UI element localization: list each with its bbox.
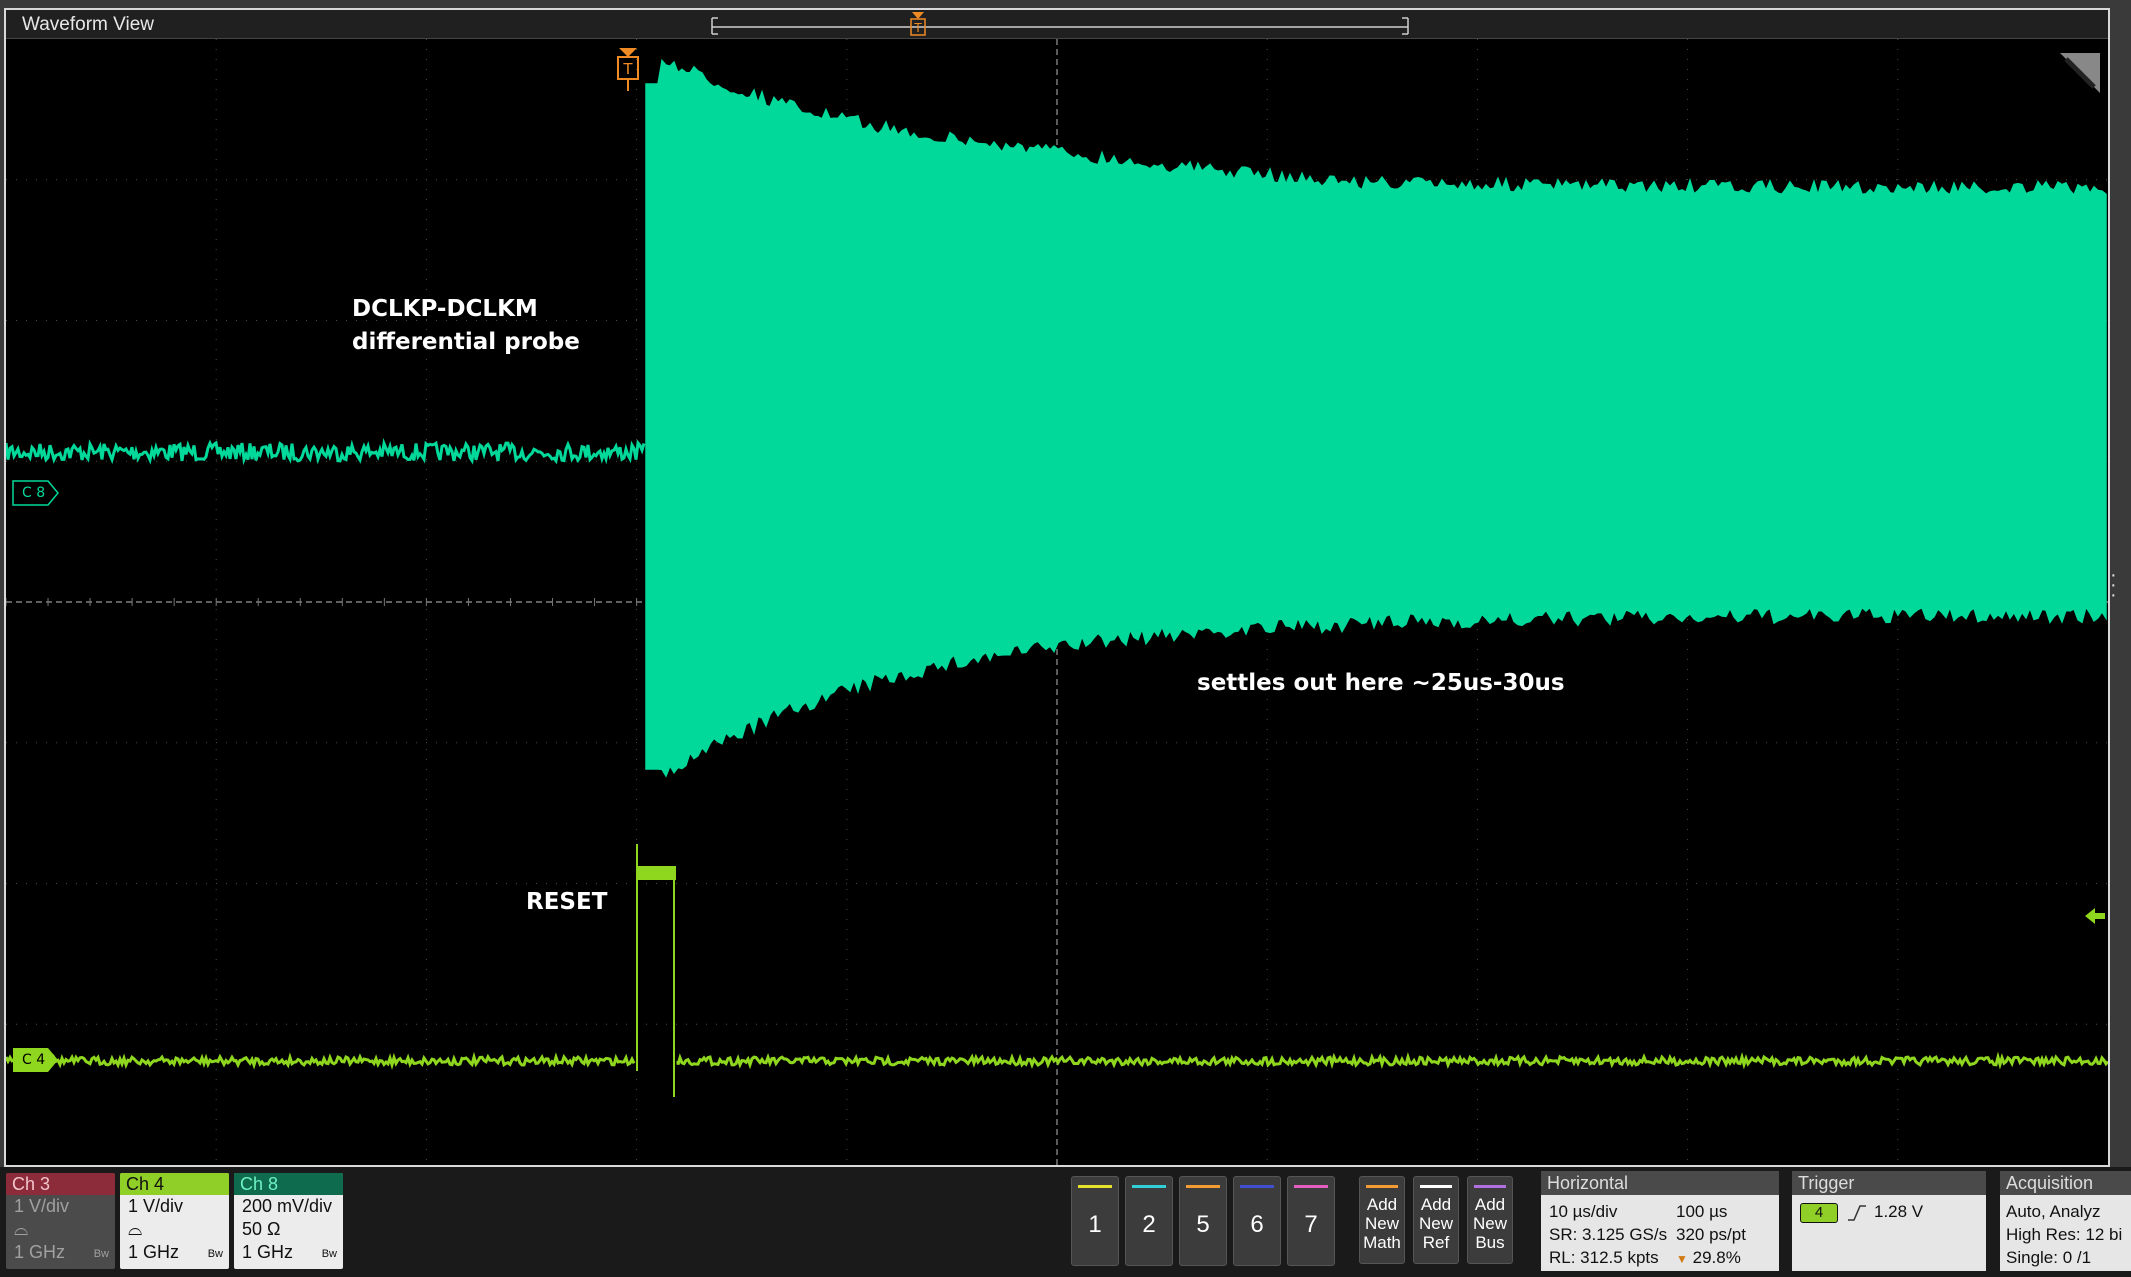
channel-badge-ch3[interactable]: Ch 3 1 V/div ⌓ 1 GHz Bw [6,1173,115,1269]
ch8-bandwidth: 1 GHz [242,1242,294,1262]
add-bus-line2: New [1472,1214,1507,1233]
rising-edge-icon [1848,1205,1866,1221]
trigger-level: 1.28 V [1874,1202,1924,1221]
ch4-offset-marker[interactable]: C 4 [12,1047,58,1073]
horizontal-position-bar[interactable]: T [6,10,2108,38]
add-new-math-button[interactable]: Add New Math [1359,1176,1405,1264]
probe-annotation: DCLKP-DCLKM differential probe [352,293,580,359]
sample-rate: SR: 3.125 GS/s [1549,1225,1668,1244]
ch4-probe-icon: ⌓ [128,1219,143,1239]
reset-annotation: RESET [526,889,608,915]
ch3-bandwidth: 1 GHz [14,1242,66,1262]
ref-color-line [1420,1185,1452,1188]
channel-button-7[interactable]: 7 [1287,1176,1335,1266]
ch4-scale: 1 V/div [128,1196,184,1216]
add-math-line3: Math [1363,1233,1401,1252]
ch8-header: Ch 8 [234,1173,343,1195]
channel-6-color-line [1240,1185,1274,1188]
trigger-position-percent: 29.8% [1692,1248,1741,1267]
ch8-waveform [6,58,2107,778]
channel-badge-ch8[interactable]: Ch 8 200 mV/div 50 Ω 1 GHz Bw [234,1173,343,1269]
channel-1-color-line [1078,1185,1112,1188]
trigger-position-icon[interactable]: T [910,12,926,36]
time-resolution: 320 ps/pt [1676,1225,1746,1244]
trigger-top-label: T [913,21,922,35]
more-options-icon[interactable]: · · · [2110,565,2118,605]
ch3-header: Ch 3 [6,1173,115,1195]
trigger-title: Trigger [1792,1171,1986,1195]
ch8-marker-label: C 8 [22,485,46,501]
trigger-panel[interactable]: Trigger 4 1.28 V [1792,1171,1986,1271]
add-new-bus-button[interactable]: Add New Bus [1467,1176,1513,1264]
horizontal-title: Horizontal [1541,1171,1779,1195]
waveform-view-titlebar: Waveform View T [6,10,2108,39]
trigger-source-badge: 4 [1800,1203,1838,1223]
channel-button-7-label: 7 [1304,1211,1318,1238]
add-new-ref-button[interactable]: Add New Ref [1413,1176,1459,1264]
record-length: RL: 312.5 kpts [1549,1248,1659,1267]
ch3-bandwidth-row: 1 GHz Bw [6,1241,115,1264]
add-math-line2: New [1364,1214,1399,1233]
channel-button-2-label: 2 [1142,1211,1156,1238]
channel-button-2[interactable]: 2 [1125,1176,1173,1266]
horizontal-position: 100 µs [1676,1202,1728,1221]
ch8-termination: 50 Ω [242,1219,281,1239]
math-color-line [1366,1185,1398,1188]
ch3-scale: 1 V/div [14,1196,70,1216]
settle-annotation: settles out here ~25us-30us [1197,670,1565,696]
add-bus-line3: Bus [1475,1233,1505,1252]
probe-annotation-line2: differential probe [352,329,580,355]
trigger-level-arrow-icon[interactable] [2083,904,2107,928]
ch8-bandwidth-row: 1 GHz Bw [234,1241,343,1264]
ch3-bw-limit-icon: Bw [93,1248,109,1260]
channel-button-1[interactable]: 1 [1071,1176,1119,1266]
acquisition-count: Single: 0 /1 [2006,1248,2092,1267]
ch4-bw-limit-icon: Bw [207,1248,223,1260]
ch4-bandwidth: 1 GHz [128,1242,180,1262]
ch3-probe-icon: ⌓ [14,1219,29,1239]
ch4-header: Ch 4 [120,1173,229,1195]
acquisition-title: Acquisition [2000,1171,2131,1195]
trigger-plot-label: T [622,60,633,78]
bottom-control-bar: Ch 3 1 V/div ⌓ 1 GHz Bw Ch 4 1 V/div ⌓ 1… [0,1167,2131,1277]
acquisition-resolution: High Res: 12 bi [2006,1225,2123,1244]
channel-5-color-line [1186,1185,1220,1188]
channel-button-5-label: 5 [1196,1211,1210,1238]
probe-annotation-line1: DCLKP-DCLKM [352,296,538,322]
trigger-marker-icon[interactable]: T [617,48,639,91]
channel-button-6[interactable]: 6 [1233,1176,1281,1266]
channel-7-color-line [1294,1185,1328,1188]
waveform-view-window: Waveform View T T DCLKP-DCLKM differenti… [4,8,2110,1167]
add-ref-line3: Ref [1422,1233,1450,1252]
channel-button-5[interactable]: 5 [1179,1176,1227,1266]
add-math-line1: Add [1366,1195,1398,1214]
channel-button-6-label: 6 [1250,1211,1264,1238]
waveform-plot[interactable]: T [6,39,2108,1165]
ch8-scale: 200 mV/div [242,1196,333,1216]
ch8-bw-limit-icon: Bw [321,1248,337,1260]
acquisition-panel[interactable]: Acquisition Auto, Analyz High Res: 12 bi… [2000,1171,2131,1271]
channel-badge-ch4[interactable]: Ch 4 1 V/div ⌓ 1 GHz Bw [120,1173,229,1269]
corner-handle-icon[interactable] [2060,53,2100,93]
bus-color-line [1474,1185,1506,1188]
trigger-position-row: ▼ 29.8% [1676,1248,1741,1268]
add-ref-line2: New [1418,1214,1453,1233]
ch8-offset-marker[interactable]: C 8 [12,480,59,506]
horizontal-scale: 10 µs/div [1549,1202,1618,1221]
horizontal-panel[interactable]: Horizontal 10 µs/div 100 µs SR: 3.125 GS… [1541,1171,1779,1271]
channel-button-1-label: 1 [1088,1211,1102,1238]
acquisition-mode: Auto, Analyz [2006,1202,2101,1221]
channel-2-color-line [1132,1185,1166,1188]
ch4-bandwidth-row: 1 GHz Bw [120,1241,229,1264]
add-bus-line1: Add [1474,1195,1506,1214]
trigger-position-small-icon: ▼ [1676,1252,1688,1266]
ch4-marker-label: C 4 [22,1052,46,1068]
add-ref-line1: Add [1420,1195,1452,1214]
